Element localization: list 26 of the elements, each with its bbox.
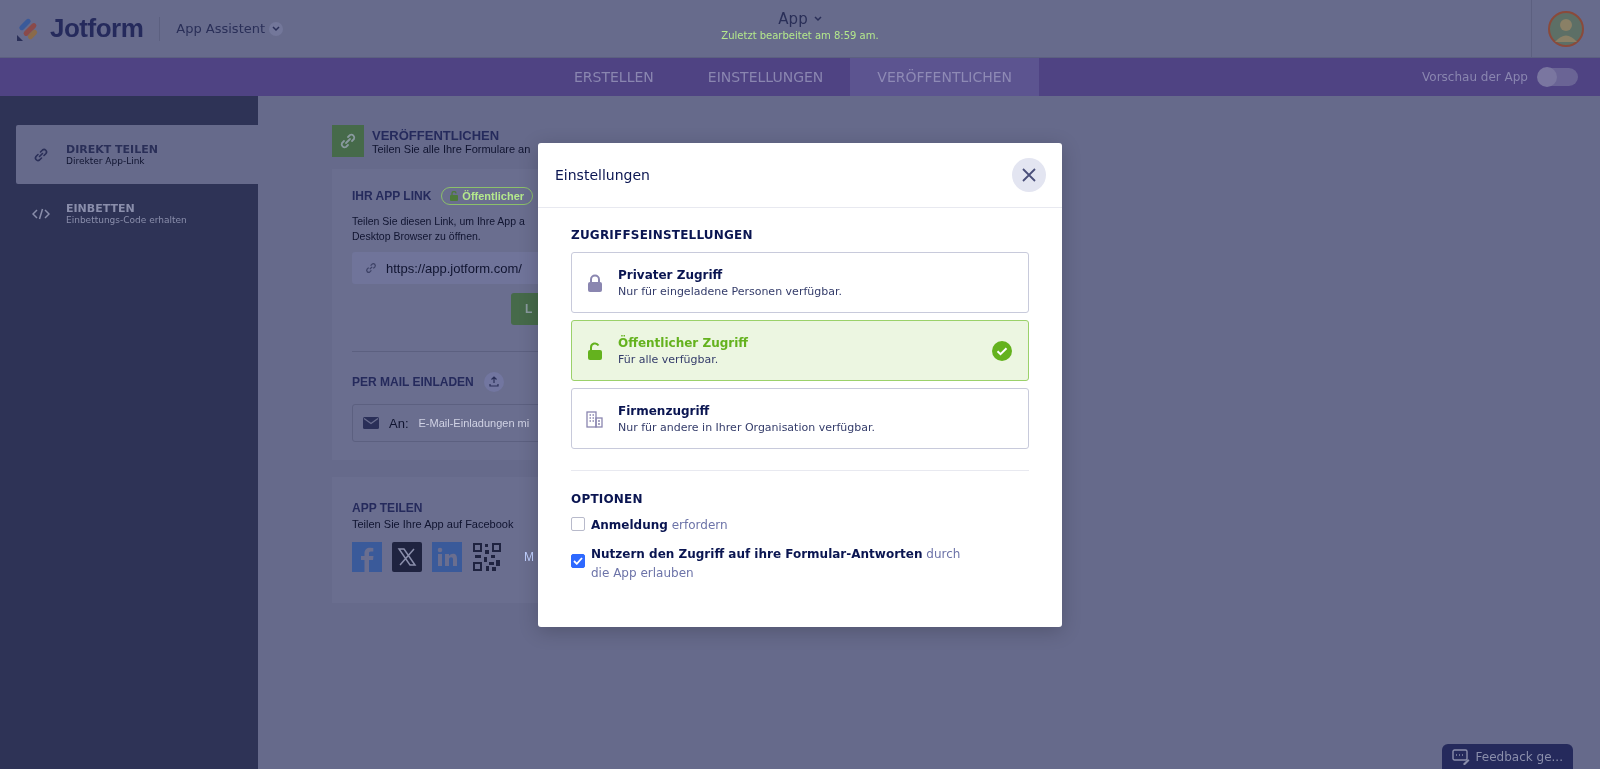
card-title: PER MAIL EINLADEN bbox=[352, 375, 474, 389]
sidebar-item-title: DIREKT TEILEN bbox=[66, 143, 158, 156]
checkbox-label: Anmeldung erfordern bbox=[591, 517, 729, 534]
section-subtitle: Teilen Sie alle Ihre Formulare an bbox=[372, 142, 531, 155]
section-title: VERÖFFENTLICHEN bbox=[372, 127, 501, 143]
sidebar-item-subtitle: Einbettungs-Code erhalten bbox=[66, 215, 187, 225]
last-edited-text: Zuletzt bearbeitet am 8:59 am. bbox=[721, 30, 879, 41]
card-title: IHR APP LINK bbox=[352, 189, 432, 203]
option-description: Nur für andere in Ihrer Organisation verfügbar. bbox=[618, 420, 877, 434]
sidebar-item-subtitle: Direkter App-Link bbox=[66, 156, 146, 166]
option-title: Privater Zugriff bbox=[618, 267, 724, 282]
preview-label: Vorschau der App bbox=[1422, 70, 1528, 84]
url-text: https://app.jotform.com/ bbox=[386, 260, 522, 276]
brand-name: Jotform bbox=[50, 13, 144, 44]
section-heading: OPTIONEN bbox=[571, 492, 644, 506]
link-description: Teilen Sie diesen Link, um Ihre App a Desktop Browser zu öffnen. bbox=[352, 215, 525, 242]
share-subtitle: Teilen Sie Ihre App auf Facebook bbox=[352, 518, 514, 530]
sidebar-item-title: EINBETTEN bbox=[66, 202, 136, 215]
dialog-title: Einstellungen bbox=[555, 167, 650, 183]
option-title: Öffentlicher Zugriff bbox=[618, 335, 750, 350]
option-title: Firmenzugriff bbox=[618, 403, 711, 418]
option-description: Für alle verfügbar. bbox=[618, 352, 720, 366]
section-heading: ZUGRIFFSEINSTELLUNGEN bbox=[571, 228, 754, 242]
checkbox-label: Nutzern den Zugriff auf ihre Formular-Antworten durch die App erlauben bbox=[591, 546, 962, 582]
option-description: Nur für eingeladene Personen verfügbar. bbox=[618, 284, 843, 298]
card-title: APP TEILEN bbox=[352, 501, 423, 515]
